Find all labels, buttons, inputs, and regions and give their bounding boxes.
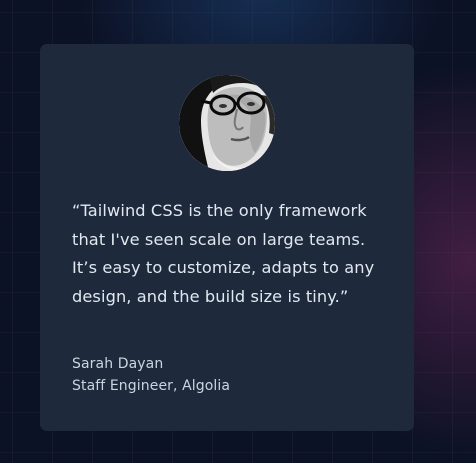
author-role: Staff Engineer, Algolia — [72, 378, 231, 394]
author-name: Sarah Dayan — [72, 356, 164, 372]
testimonial-card: “Tailwind CSS is the only framework that… — [40, 44, 414, 431]
avatar-photo-icon — [179, 75, 275, 171]
testimonial-quote: “Tailwind CSS is the only framework that… — [72, 201, 375, 306]
author-avatar — [179, 75, 275, 171]
author-info: Sarah Dayan Staff Engineer, Algolia — [72, 353, 382, 397]
